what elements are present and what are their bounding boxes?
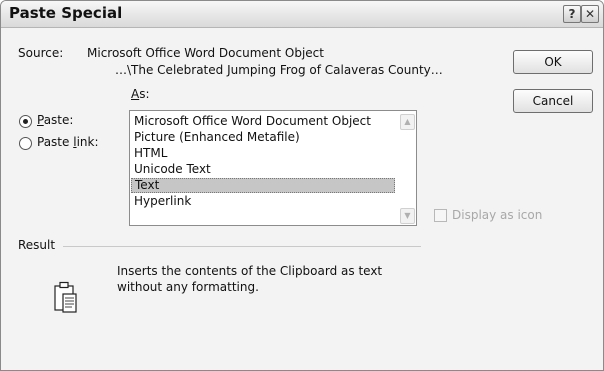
result-separator xyxy=(63,246,421,247)
display-as-icon-checkbox[interactable] xyxy=(434,209,447,222)
paste-radio-label[interactable]: Paste: xyxy=(37,113,73,127)
result-description-line-2: without any formatting. xyxy=(117,280,259,294)
title-bar[interactable]: Paste Special ? ✕ xyxy=(1,1,603,28)
listbox-scrollbar[interactable]: ▲ ▼ xyxy=(399,112,415,224)
result-description-line-1: Inserts the contents of the Clipboard as… xyxy=(117,264,383,278)
format-item-html[interactable]: HTML xyxy=(134,146,167,161)
paste-special-dialog: Paste Special ? ✕ Source: Microsoft Offi… xyxy=(0,0,604,371)
paste-hotkey: P xyxy=(37,113,44,127)
paste-link-radio-label[interactable]: Paste link: xyxy=(37,135,99,149)
source-line-1: Microsoft Office Word Document Object xyxy=(87,46,324,60)
format-item-text[interactable]: Text xyxy=(131,178,395,193)
format-listbox[interactable]: Microsoft Office Word Document Object Pi… xyxy=(129,110,417,226)
as-label-hotkey: A xyxy=(131,87,140,101)
cancel-button[interactable]: Cancel xyxy=(513,89,593,113)
paste-radio[interactable] xyxy=(19,115,32,128)
scroll-down-arrow-icon[interactable]: ▼ xyxy=(400,208,415,224)
paste-link-radio[interactable] xyxy=(19,137,32,150)
radio-dot xyxy=(23,119,28,124)
help-button[interactable]: ? xyxy=(563,5,581,23)
result-label: Result xyxy=(18,238,56,252)
format-item-unicode-text[interactable]: Unicode Text xyxy=(134,162,211,177)
dialog-title: Paste Special xyxy=(9,4,123,22)
format-item-hyperlink[interactable]: Hyperlink xyxy=(134,194,191,209)
ok-button[interactable]: OK xyxy=(513,50,593,74)
as-label: As: xyxy=(131,87,150,101)
clipboard-icon xyxy=(54,281,77,313)
source-line-2: …\The Celebrated Jumping Frog of Calaver… xyxy=(115,63,443,77)
format-item-word-object[interactable]: Microsoft Office Word Document Object xyxy=(134,114,371,129)
format-item-picture[interactable]: Picture (Enhanced Metafile) xyxy=(134,130,300,145)
source-label: Source: xyxy=(18,46,64,60)
display-as-icon-label: Display as icon xyxy=(452,208,543,222)
scroll-up-arrow-icon[interactable]: ▲ xyxy=(400,114,415,130)
paste-link-hotkey: l xyxy=(73,135,77,149)
close-button[interactable]: ✕ xyxy=(581,5,599,23)
